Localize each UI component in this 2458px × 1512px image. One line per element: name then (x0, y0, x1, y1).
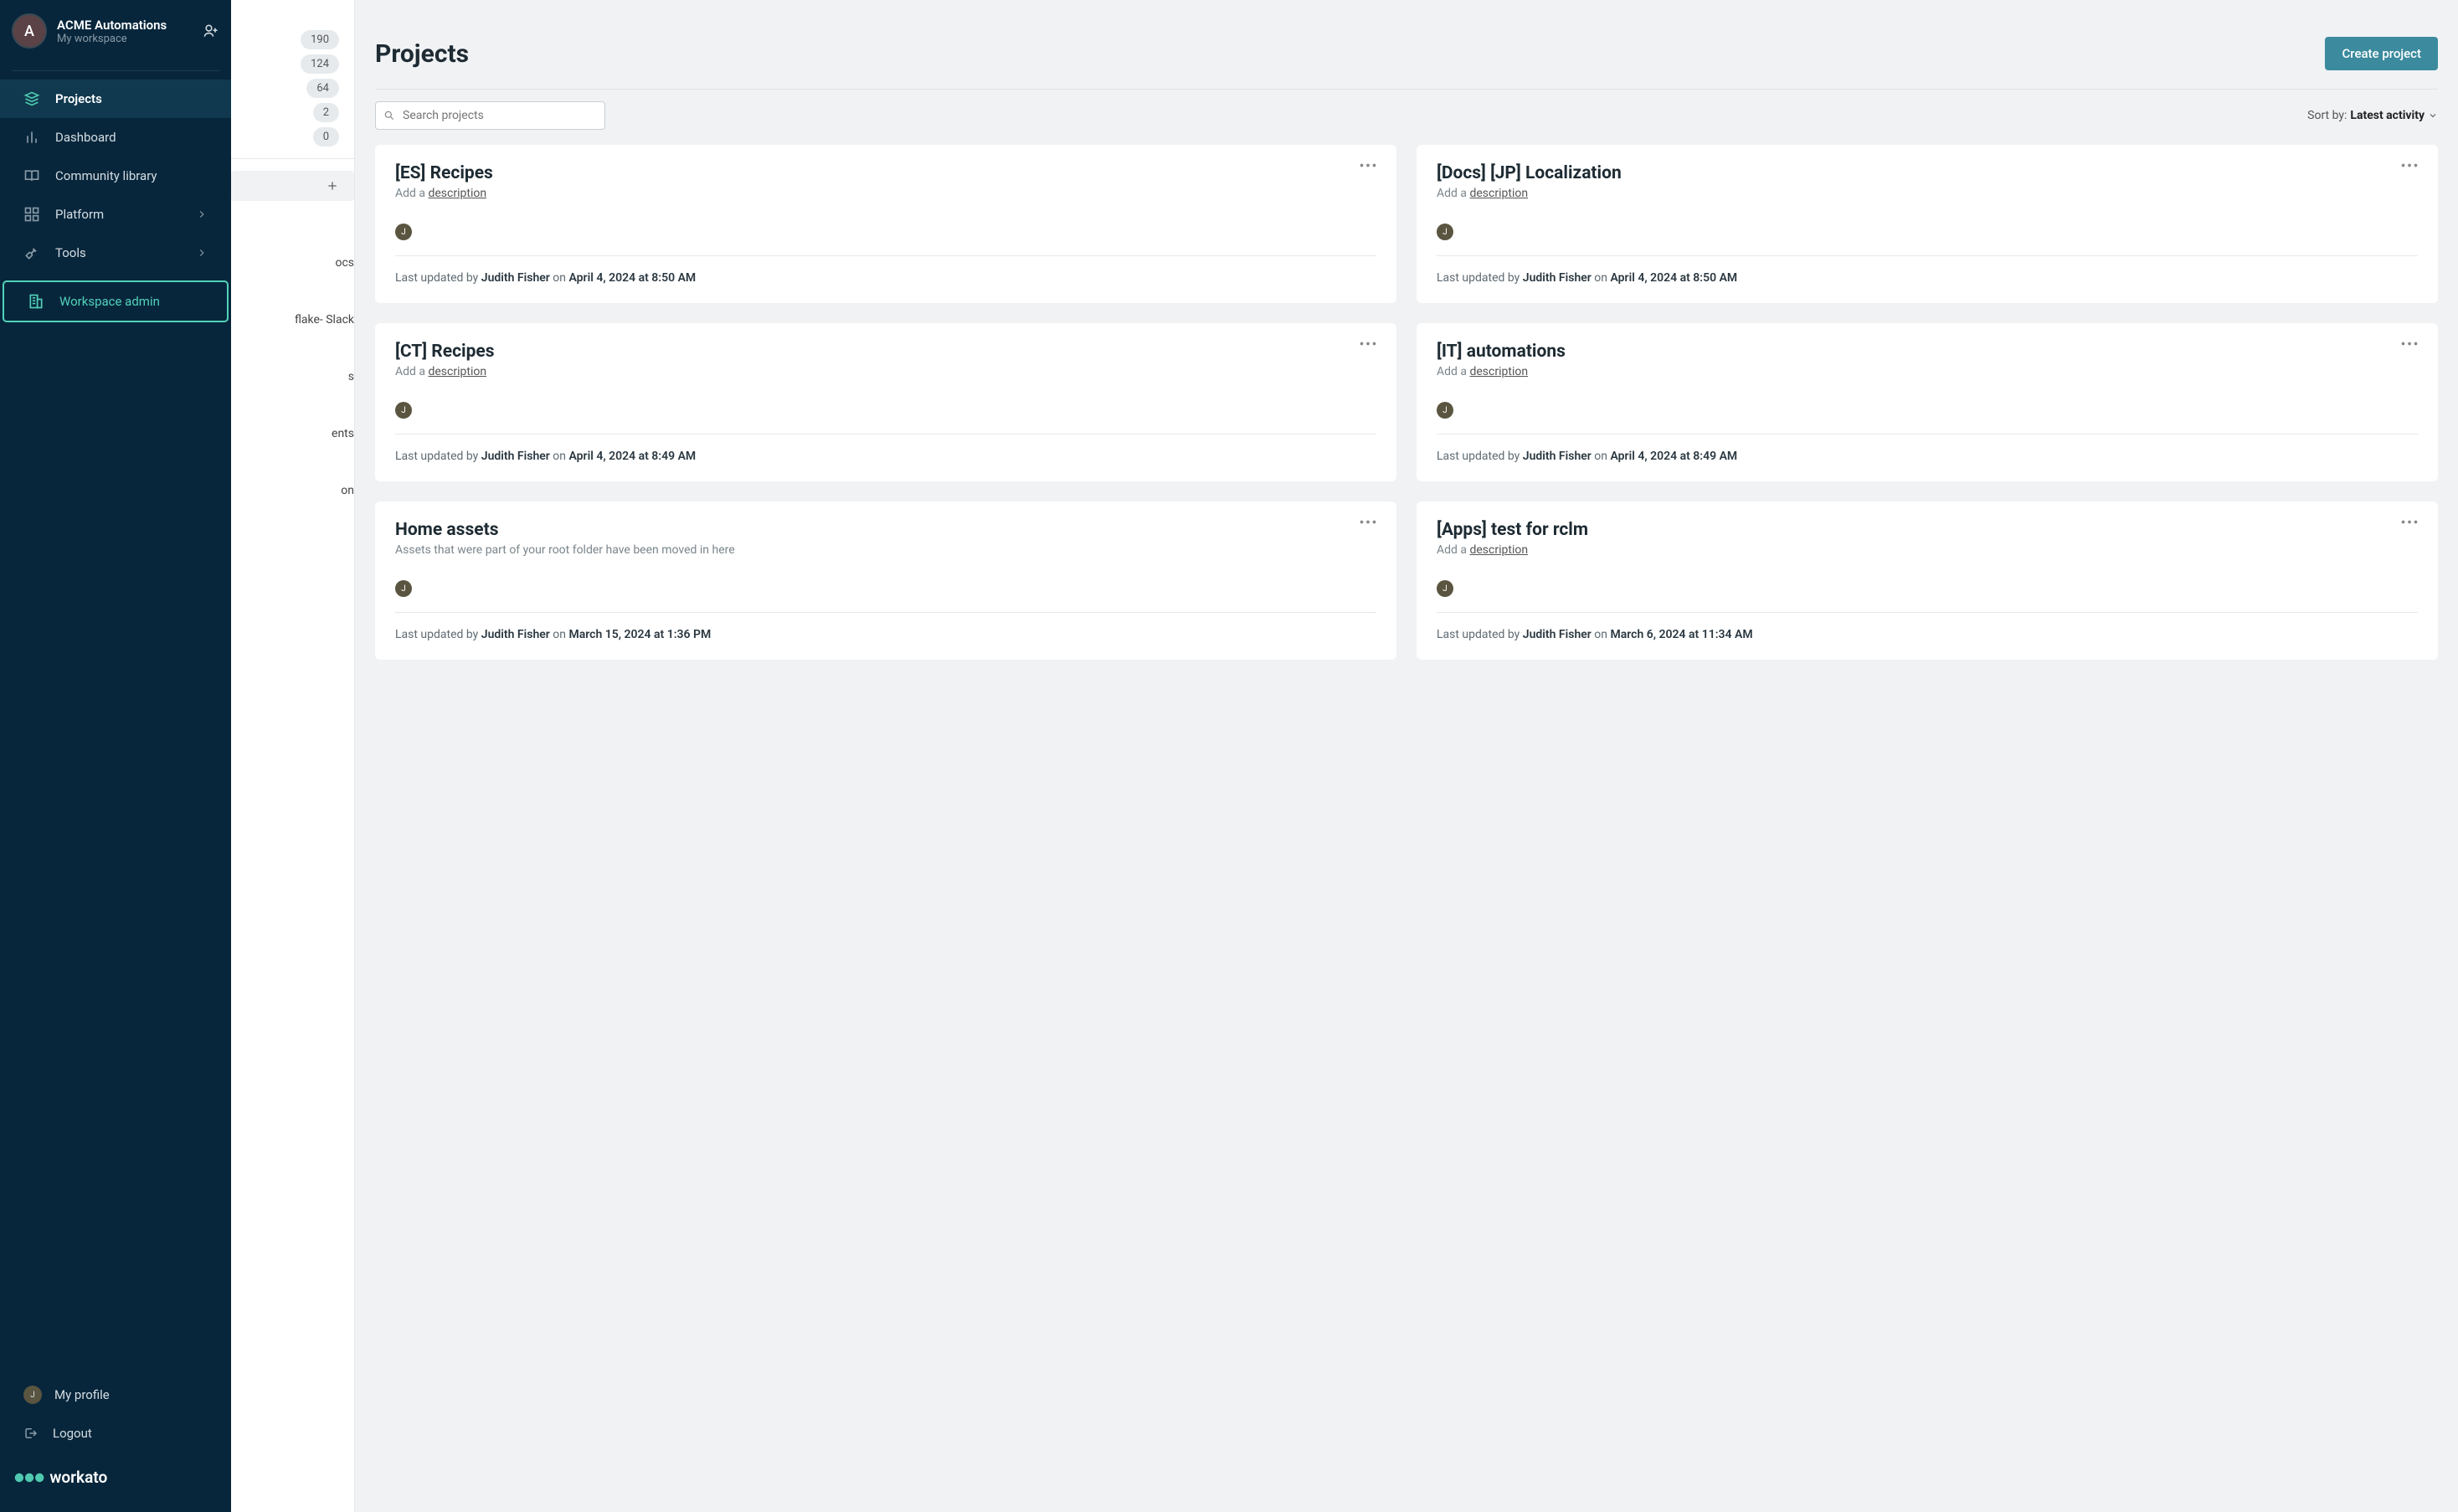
book-icon (23, 167, 40, 184)
card-avatar: J (395, 580, 412, 597)
search-input[interactable] (375, 101, 605, 130)
nav-community[interactable]: Community library (0, 157, 231, 195)
projects-icon (23, 90, 40, 107)
list-item-peek[interactable]: flake- Slack (231, 308, 354, 332)
list-item-peek[interactable]: s (231, 365, 354, 388)
building-icon (28, 293, 44, 310)
platform-icon (23, 206, 40, 223)
card-footer: Last updated by Judith Fisher on April 4… (1437, 271, 2418, 285)
svg-text:workato: workato (49, 1468, 107, 1487)
nav-label: Tools (55, 245, 86, 260)
card-footer: Last updated by Judith Fisher on March 1… (395, 628, 1376, 641)
logout-icon (23, 1426, 39, 1441)
card-description-placeholder: Add a description (1437, 543, 2418, 557)
more-icon[interactable] (1360, 342, 1376, 346)
count-pill[interactable]: 64 (306, 79, 339, 98)
add-description-link[interactable]: description (428, 187, 486, 200)
card-title: [CT] Recipes (395, 342, 495, 362)
add-description-link[interactable]: description (1469, 187, 1528, 200)
project-card[interactable]: [CT] Recipes Add a description J Last up… (375, 323, 1396, 481)
card-title: [Docs] [JP] Localization (1437, 163, 1622, 183)
workspace-avatar: A (12, 13, 47, 49)
nav-label: My profile (54, 1387, 110, 1402)
wrench-icon (23, 244, 40, 261)
search-box (375, 101, 605, 130)
sort-value: Latest activity (2350, 109, 2425, 122)
list-item-peek[interactable]: on (231, 479, 354, 502)
nav-dashboard[interactable]: Dashboard (0, 118, 231, 157)
card-footer: Last updated by Judith Fisher on April 4… (1437, 450, 2418, 463)
card-footer: Last updated by Judith Fisher on March 6… (1437, 628, 2418, 641)
workspace-header[interactable]: A ACME Automations My workspace (0, 0, 231, 62)
card-title: [IT] automations (1437, 342, 1566, 362)
card-avatar: J (1437, 402, 1453, 419)
project-card[interactable]: [ES] Recipes Add a description J Last up… (375, 145, 1396, 303)
more-icon[interactable] (1360, 520, 1376, 524)
nav-label: Logout (53, 1426, 92, 1441)
add-description-link[interactable]: description (1469, 543, 1528, 557)
workspace-name: ACME Automations (57, 18, 203, 33)
project-card[interactable]: [Apps] test for rclm Add a description J… (1417, 501, 2438, 660)
card-description-placeholder: Add a description (1437, 365, 2418, 378)
chevron-down-icon (2428, 111, 2438, 121)
workspace-subtitle: My workspace (57, 33, 203, 45)
project-card[interactable]: [Docs] [JP] Localization Add a descripti… (1417, 145, 2438, 303)
secondary-panel: 190 124 64 2 0 ocs flake- Slack s ents on (231, 0, 355, 1512)
nav-label: Workspace admin (59, 294, 160, 309)
chevron-right-icon (196, 247, 208, 259)
card-avatar: J (1437, 580, 1453, 597)
add-row[interactable] (231, 171, 354, 201)
card-footer: Last updated by Judith Fisher on April 4… (395, 450, 1376, 463)
sidebar: A ACME Automations My workspace Projects… (0, 0, 231, 1512)
card-avatar: J (1437, 224, 1453, 240)
list-item-peek[interactable]: ocs (231, 251, 354, 275)
nav-platform[interactable]: Platform (0, 195, 231, 234)
list-item-peek[interactable]: ents (231, 422, 354, 445)
search-icon (383, 110, 395, 121)
main-content: Projects Create project Sort by: Latest … (355, 0, 2458, 1512)
nav-tools[interactable]: Tools (0, 234, 231, 272)
more-icon[interactable] (2401, 520, 2418, 524)
user-add-icon[interactable] (203, 23, 219, 39)
chevron-right-icon (196, 208, 208, 220)
sort-by[interactable]: Sort by: Latest activity (2307, 109, 2438, 122)
card-description: Assets that were part of your root folde… (395, 543, 1376, 557)
card-description-placeholder: Add a description (1437, 187, 2418, 200)
nav-label: Projects (55, 91, 102, 106)
card-avatar: J (395, 224, 412, 240)
card-title: [Apps] test for rclm (1437, 520, 1588, 540)
nav-label: Community library (55, 168, 157, 183)
card-description-placeholder: Add a description (395, 187, 1376, 200)
more-icon[interactable] (1360, 163, 1376, 167)
count-pill[interactable]: 0 (313, 127, 339, 147)
nav-projects[interactable]: Projects (0, 80, 231, 118)
count-pill[interactable]: 124 (301, 54, 339, 74)
dashboard-icon (23, 129, 40, 146)
project-card[interactable]: [IT] automations Add a description J Las… (1417, 323, 2438, 481)
workato-logo: workato (0, 1452, 231, 1504)
sort-prefix: Sort by: (2307, 109, 2347, 122)
card-avatar: J (395, 402, 412, 419)
card-title: Home assets (395, 520, 498, 540)
profile-avatar: J (23, 1386, 42, 1404)
count-pill[interactable]: 2 (313, 103, 339, 122)
card-footer: Last updated by Judith Fisher on April 4… (395, 271, 1376, 285)
nav-label: Platform (55, 207, 104, 222)
nav-label: Dashboard (55, 130, 116, 145)
nav-profile[interactable]: J My profile (0, 1375, 231, 1415)
card-description-placeholder: Add a description (395, 365, 1376, 378)
project-card[interactable]: Home assets Assets that were part of you… (375, 501, 1396, 660)
card-title: [ES] Recipes (395, 163, 493, 183)
count-pill[interactable]: 190 (301, 30, 339, 49)
nav-workspace-admin[interactable]: Workspace admin (3, 280, 229, 322)
plus-icon (326, 179, 339, 193)
more-icon[interactable] (2401, 342, 2418, 346)
add-description-link[interactable]: description (1469, 365, 1528, 378)
page-title: Projects (375, 39, 469, 69)
nav-logout[interactable]: Logout (0, 1415, 231, 1452)
create-project-button[interactable]: Create project (2325, 37, 2438, 70)
add-description-link[interactable]: description (428, 365, 486, 378)
more-icon[interactable] (2401, 163, 2418, 167)
